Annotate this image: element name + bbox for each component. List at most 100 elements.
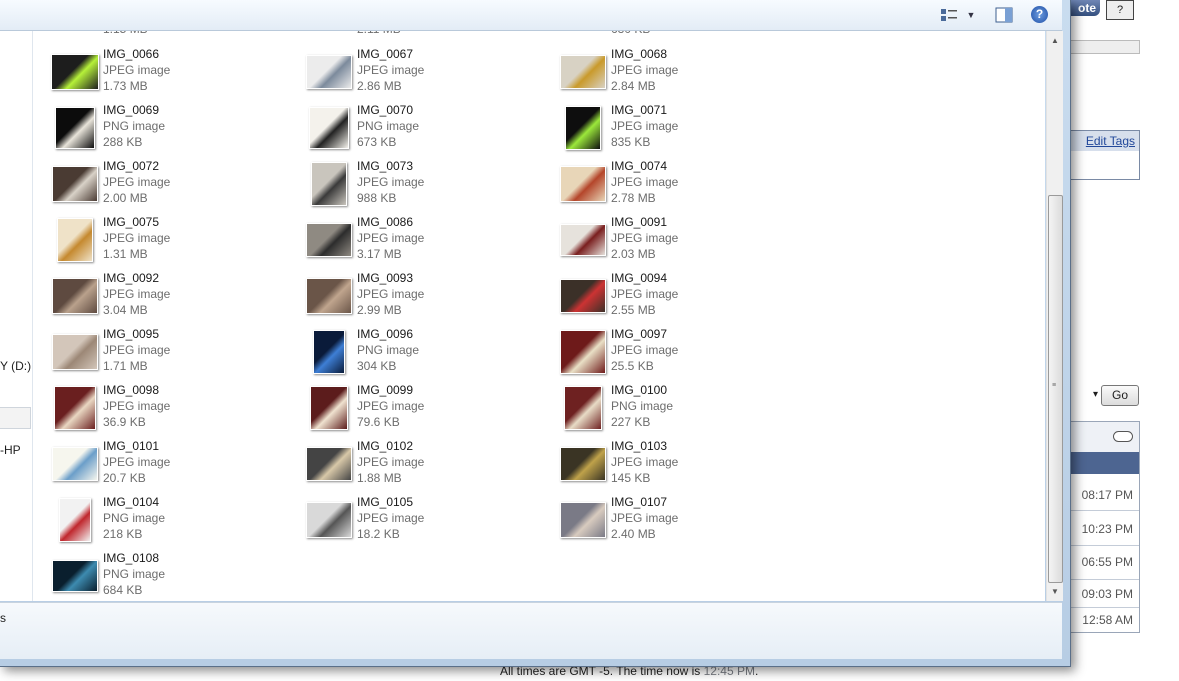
divider <box>1071 607 1139 608</box>
file-name: IMG_0105 <box>357 495 414 509</box>
file-item[interactable]: IMG_0066 JPEG image 1.73 MB <box>51 47 291 97</box>
file-item[interactable]: IMG_0095 JPEG image 1.71 MB <box>51 327 291 377</box>
file-type: JPEG image <box>611 175 679 189</box>
file-list: 1.15 MB 2.11 MB 630 KB IMG_0066 JPEG image 1.… <box>33 31 1045 601</box>
file-item[interactable]: IMG_0108 PNG image 684 KB <box>51 551 291 601</box>
vertical-scrollbar[interactable]: ▲ ≡ ▼ <box>1046 31 1063 601</box>
file-name: IMG_0103 <box>611 439 668 453</box>
file-item[interactable]: IMG_0072 JPEG image 2.00 MB <box>51 159 291 209</box>
scrollbar-thumb[interactable]: ≡ <box>1048 195 1063 583</box>
file-thumbnail <box>305 218 352 258</box>
file-item[interactable]: IMG_0100 PNG image 227 KB <box>559 383 799 433</box>
go-button[interactable]: Go <box>1101 385 1139 406</box>
file-type: JPEG image <box>357 63 425 77</box>
file-thumbnail <box>305 498 352 538</box>
file-size: 835 KB <box>611 135 651 149</box>
file-thumbnail <box>51 330 98 370</box>
collapse-icon[interactable] <box>1113 431 1133 442</box>
views-icon[interactable] <box>940 7 958 23</box>
file-size: 3.04 MB <box>103 303 148 317</box>
file-thumbnail <box>305 330 351 374</box>
file-item[interactable]: IMG_0094 JPEG image 2.55 MB <box>559 271 799 321</box>
file-thumbnail <box>51 442 98 482</box>
file-item[interactable]: IMG_0104 PNG image 218 KB <box>51 495 291 545</box>
file-thumbnail <box>559 442 606 482</box>
file-thumbnail <box>51 106 97 149</box>
file-size: 145 KB <box>611 471 651 485</box>
file-name: IMG_0067 <box>357 47 414 61</box>
help-icon[interactable]: ? <box>1031 6 1048 23</box>
file-size: 227 KB <box>611 415 651 429</box>
file-item[interactable]: IMG_0091 JPEG image 2.03 MB <box>559 215 799 265</box>
file-size: 684 KB <box>103 583 143 597</box>
post-time: 10:23 PM <box>1081 522 1133 536</box>
file-size: 2.78 MB <box>611 191 656 205</box>
file-item[interactable]: IMG_0092 JPEG image 3.04 MB <box>51 271 291 321</box>
file-size: 288 KB <box>103 135 143 149</box>
file-thumbnail <box>51 498 97 542</box>
forum-select-dropdown[interactable]: ▾ <box>1070 385 1098 405</box>
file-item[interactable]: IMG_0096 PNG image 304 KB <box>305 327 545 377</box>
post-time: 06:55 PM <box>1081 555 1133 569</box>
file-item[interactable]: IMG_0071 JPEG image 835 KB <box>559 103 799 153</box>
edit-tags-link[interactable]: Edit Tags <box>1086 134 1135 148</box>
file-item[interactable]: IMG_0073 JPEG image 988 KB <box>305 159 545 209</box>
file-size: 1.15 MB <box>103 31 148 36</box>
navigation-pane: Y (D:) -HP <box>0 31 33 601</box>
file-size: 630 KB <box>611 31 650 36</box>
file-item[interactable]: IMG_0086 JPEG image 3.17 MB <box>305 215 545 265</box>
file-thumbnail <box>559 162 606 202</box>
file-name: IMG_0068 <box>611 47 668 61</box>
tags-box-header: Edit Tags <box>1063 131 1139 151</box>
file-name: IMG_0095 <box>103 327 160 341</box>
file-thumbnail <box>559 498 606 538</box>
file-thumbnail <box>559 274 606 314</box>
explorer-window: ▼ ? Y (D:) -HP 1.15 MB 2.11 MB 630 KB IMG_0… <box>0 0 1071 667</box>
help-icon-button[interactable]: ? <box>1106 0 1134 20</box>
file-name: IMG_0097 <box>611 327 668 341</box>
file-item[interactable]: IMG_0098 JPEG image 36.9 KB <box>51 383 291 433</box>
nav-computer-label[interactable]: -HP <box>0 443 21 457</box>
file-item[interactable]: IMG_0067 JPEG image 2.86 MB <box>305 47 545 97</box>
file-item[interactable]: IMG_0069 PNG image 288 KB <box>51 103 291 153</box>
file-size: 2.55 MB <box>611 303 656 317</box>
file-item[interactable]: IMG_0097 JPEG image 25.5 KB <box>559 327 799 377</box>
divider <box>1071 510 1139 511</box>
file-item[interactable]: IMG_0107 JPEG image 2.40 MB <box>559 495 799 545</box>
file-item[interactable]: IMG_0068 JPEG image 2.84 MB <box>559 47 799 97</box>
file-item[interactable]: IMG_0070 PNG image 673 KB <box>305 103 545 153</box>
file-thumbnail <box>51 554 98 594</box>
details-pane-text: s <box>0 611 6 625</box>
file-name: IMG_0074 <box>611 159 668 173</box>
file-name: IMG_0099 <box>357 383 414 397</box>
file-thumbnail <box>51 386 97 430</box>
file-item[interactable]: IMG_0099 JPEG image 79.6 KB <box>305 383 545 433</box>
file-type: JPEG image <box>611 63 679 77</box>
panel-header <box>1063 422 1139 452</box>
preview-pane-icon[interactable] <box>995 7 1013 23</box>
file-size: 2.86 MB <box>357 79 402 93</box>
file-item[interactable]: IMG_0105 JPEG image 18.2 KB <box>305 495 545 545</box>
chevron-down-icon[interactable]: ▼ <box>962 7 980 23</box>
tags-box: Edit Tags <box>1062 130 1140 180</box>
file-item[interactable]: IMG_0074 JPEG image 2.78 MB <box>559 159 799 209</box>
file-type: JPEG image <box>357 175 425 189</box>
file-size: 20.7 KB <box>103 471 146 485</box>
file-thumbnail <box>305 442 352 482</box>
nav-drive-label[interactable]: Y (D:) <box>0 359 31 373</box>
file-thumbnail <box>559 106 605 150</box>
scroll-down-arrow-icon[interactable]: ▼ <box>1047 584 1063 600</box>
file-name: IMG_0102 <box>357 439 414 453</box>
file-item[interactable]: IMG_0075 JPEG image 1.31 MB <box>51 215 291 265</box>
file-name: IMG_0073 <box>357 159 414 173</box>
file-name: IMG_0070 <box>357 103 414 117</box>
file-thumbnail <box>305 162 351 206</box>
file-item[interactable]: IMG_0102 JPEG image 1.88 MB <box>305 439 545 489</box>
file-item[interactable]: IMG_0101 JPEG image 20.7 KB <box>51 439 291 489</box>
file-type: JPEG image <box>103 287 171 301</box>
scroll-up-arrow-icon[interactable]: ▲ <box>1047 33 1063 49</box>
file-item[interactable]: IMG_0093 JPEG image 2.99 MB <box>305 271 545 321</box>
nav-selected-item[interactable] <box>0 407 31 429</box>
file-thumbnail <box>51 50 99 90</box>
file-item[interactable]: IMG_0103 JPEG image 145 KB <box>559 439 799 489</box>
